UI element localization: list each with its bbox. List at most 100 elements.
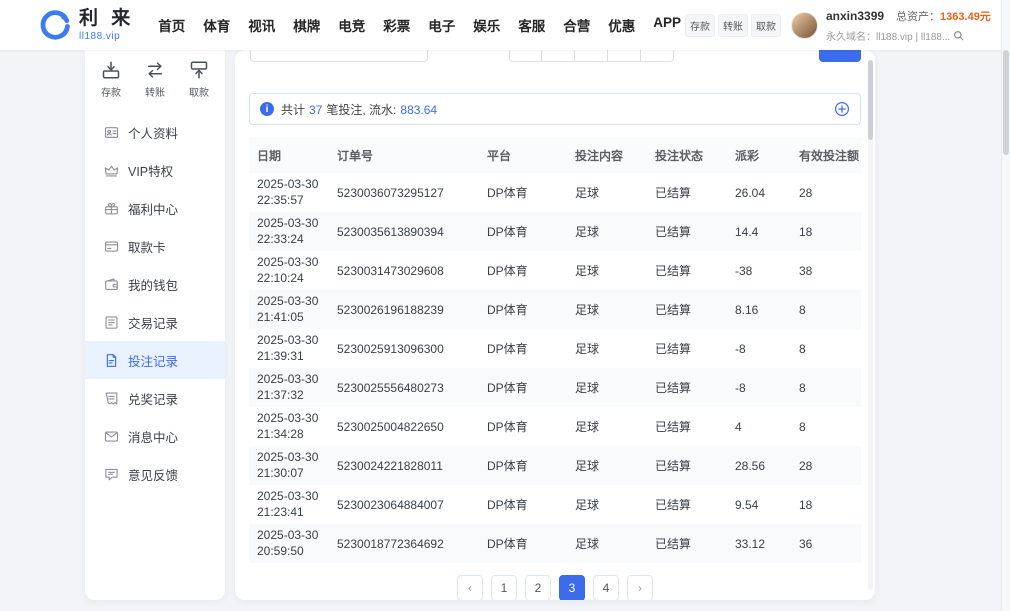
nav-item-partner[interactable]: 合营 <box>563 15 590 35</box>
sidebar-item-vip[interactable]: VIP特权 <box>85 151 225 189</box>
user-block: anxin3399 总资产：1363.49元 永久域名：ll188.vip | … <box>826 7 994 43</box>
quick-action-deposit[interactable]: 存款 <box>101 60 121 99</box>
transfer-icon <box>145 60 165 80</box>
profile-card-icon <box>104 125 119 140</box>
table-row[interactable]: 2025-03-3021:39:315230025913096300DP体育足球… <box>249 329 861 368</box>
table-row[interactable]: 2025-03-3021:41:055230026196188239DP体育足球… <box>249 290 861 329</box>
nav-item-live-casino[interactable]: 视讯 <box>248 15 275 35</box>
page-button-2[interactable]: 2 <box>525 575 551 600</box>
table-row[interactable]: 2025-03-3021:37:325230025556480273DP体育足球… <box>249 368 861 407</box>
cell-date: 2025-03-3021:39:31 <box>249 329 329 368</box>
logo[interactable]: 利 来 ll188.vip <box>38 8 134 42</box>
filter-search-button[interactable] <box>819 50 861 62</box>
cell-content: 足球 <box>567 368 647 407</box>
table-row[interactable]: 2025-03-3021:34:285230025004822650DP体育足球… <box>249 407 861 446</box>
deposit-icon <box>101 60 121 80</box>
column-header-3: 投注内容 <box>567 137 647 173</box>
table-row[interactable]: 2025-03-3022:10:245230031473029608DP体育足球… <box>249 251 861 290</box>
sidebar-quick-actions: 存款 转账取款 <box>85 50 225 103</box>
pagination: ‹ 1234 › <box>235 575 875 600</box>
total-assets: 总资产：1363.49元 <box>896 7 991 25</box>
logo-swirl-icon <box>38 8 72 42</box>
cell-status: 已结算 <box>647 446 727 485</box>
cell-content: 足球 <box>567 524 647 563</box>
username[interactable]: anxin3399 <box>826 9 884 23</box>
filter-range-button-5[interactable] <box>641 50 674 62</box>
cell-order-no: 5230018772364692 <box>329 524 479 563</box>
cell-platform: DP体育 <box>479 173 567 212</box>
content-scrollbar-thumb[interactable] <box>868 60 873 140</box>
next-page-button[interactable]: › <box>627 575 653 600</box>
content-scrollbar[interactable] <box>868 60 873 590</box>
sidebar-item-withdraw-card[interactable]: 取款卡 <box>85 227 225 265</box>
cell-platform: DP体育 <box>479 368 567 407</box>
table-row[interactable]: 2025-03-3020:59:505230018772364692DP体育足球… <box>249 524 861 563</box>
nav-item-esports[interactable]: 电竞 <box>338 15 365 35</box>
header-deposit-button[interactable]: 存款 <box>685 14 715 37</box>
sidebar-item-feedback[interactable]: 意见反馈 <box>85 455 225 493</box>
header-transfer-button[interactable]: 转账 <box>718 14 748 37</box>
column-header-4: 投注状态 <box>647 137 727 173</box>
nav-item-lottery[interactable]: 彩票 <box>383 15 410 35</box>
cell-valid-amount: 28 <box>791 446 861 485</box>
cell-payout: 8.16 <box>727 290 791 329</box>
sidebar-item-transaction-records[interactable]: 交易记录 <box>85 303 225 341</box>
permanent-domain: 永久域名：ll188.vip | ll188... <box>826 28 950 43</box>
nav-item-slots[interactable]: 电子 <box>428 15 455 35</box>
cell-valid-amount: 8 <box>791 290 861 329</box>
filter-range-button-4[interactable] <box>608 50 641 62</box>
sidebar-item-bet-records[interactable]: 投注记录 <box>85 341 225 379</box>
sidebar-item-my-wallet[interactable]: 我的钱包 <box>85 265 225 303</box>
cell-content: 足球 <box>567 173 647 212</box>
sidebar-item-welfare[interactable]: 福利中心 <box>85 189 225 227</box>
filter-range-button-1[interactable] <box>509 50 542 62</box>
quick-action-withdraw[interactable]: 取款 <box>189 60 209 99</box>
sidebar-item-reward-records[interactable]: 兑奖记录 <box>85 379 225 417</box>
page-button-1[interactable]: 1 <box>491 575 517 600</box>
prev-page-button[interactable]: ‹ <box>457 575 483 600</box>
cell-platform: DP体育 <box>479 407 567 446</box>
filter-strip <box>249 50 861 63</box>
avatar[interactable] <box>791 12 818 39</box>
nav-item-entertainment[interactable]: 娱乐 <box>473 15 500 35</box>
nav-item-promotions[interactable]: 优惠 <box>608 15 635 35</box>
sidebar-item-profile[interactable]: 个人资料 <box>85 113 225 151</box>
table-row[interactable]: 2025-03-3022:35:575230036073295127DP体育足球… <box>249 173 861 212</box>
cell-platform: DP体育 <box>479 212 567 251</box>
header-right: 存款转账取款 anxin3399 总资产：1363.49元 永久域名：ll188… <box>685 7 994 43</box>
cell-platform: DP体育 <box>479 446 567 485</box>
nav-item-support[interactable]: 客服 <box>518 15 545 35</box>
page-scrollbar-thumb[interactable] <box>1003 50 1009 155</box>
column-header-6: 有效投注额 <box>791 137 861 173</box>
table-row[interactable]: 2025-03-3021:23:415230023064884007DP体育足球… <box>249 485 861 524</box>
nav-item-home[interactable]: 首页 <box>158 15 185 35</box>
cell-valid-amount: 36 <box>791 524 861 563</box>
wallet-icon <box>104 277 119 292</box>
cell-payout: -8 <box>727 368 791 407</box>
nav-item-chess[interactable]: 棋牌 <box>293 15 320 35</box>
filter-range-button-3[interactable] <box>575 50 608 62</box>
plus-circle-icon[interactable] <box>834 101 850 117</box>
cell-payout: 4 <box>727 407 791 446</box>
nav-item-sports[interactable]: 体育 <box>203 15 230 35</box>
logo-title: 利 来 <box>79 9 134 28</box>
quick-action-label: 存款 <box>101 84 121 99</box>
cell-content: 足球 <box>567 212 647 251</box>
page-scrollbar[interactable] <box>1001 0 1010 611</box>
cell-status: 已结算 <box>647 485 727 524</box>
table-row[interactable]: 2025-03-3021:30:075230024221828011DP体育足球… <box>249 446 861 485</box>
sidebar-item-message-center[interactable]: 消息中心 <box>85 417 225 455</box>
page-button-4[interactable]: 4 <box>593 575 619 600</box>
quick-action-transfer[interactable]: 转账 <box>145 60 165 99</box>
nav-item-app[interactable]: APP <box>653 15 681 35</box>
header-withdraw-button[interactable]: 取款 <box>751 14 781 37</box>
filter-date-input[interactable] <box>250 50 428 62</box>
table-row[interactable]: 2025-03-3022:33:245230035613890394DP体育足球… <box>249 212 861 251</box>
user-line-2: 永久域名：ll188.vip | ll188... <box>826 28 994 43</box>
logo-text: 利 来 ll188.vip <box>79 9 134 42</box>
filter-range-button-2[interactable] <box>542 50 575 62</box>
withdraw-icon <box>189 60 209 80</box>
cell-date: 2025-03-3022:33:24 <box>249 212 329 251</box>
page-button-3[interactable]: 3 <box>559 575 585 600</box>
search-icon[interactable] <box>953 30 964 41</box>
